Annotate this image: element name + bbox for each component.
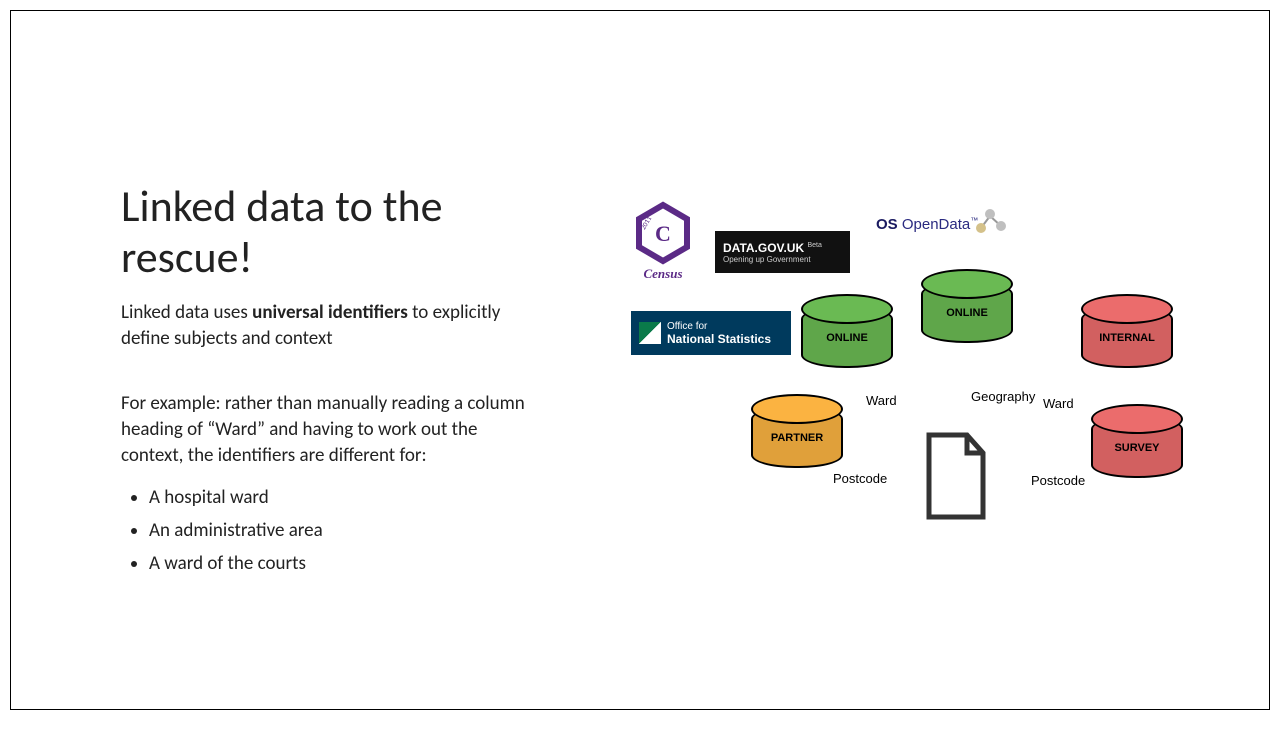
subtitle-bold: universal identifiers [252, 301, 408, 324]
list-item: A hospital ward [149, 486, 541, 509]
cylinder-label: SURVEY [1093, 442, 1181, 454]
arrow-label-postcode-1: Postcode [833, 471, 887, 486]
cylinder-label: PARTNER [753, 432, 841, 444]
cylinder-label: INTERNAL [1083, 332, 1171, 344]
arrows-layer [601, 201, 901, 351]
slide-frame: Linked data to the rescue! Linked data u… [10, 10, 1270, 710]
cylinder-partner: PARTNER [751, 406, 843, 468]
molecule-icon [973, 206, 1007, 236]
list-item: An administrative area [149, 519, 541, 542]
slide-subtitle: Linked data uses universal identifiers t… [121, 300, 541, 351]
cylinder-label: ONLINE [923, 307, 1011, 319]
cylinder-survey: SURVEY [1091, 416, 1183, 478]
list-item: A ward of the courts [149, 552, 541, 575]
cylinder-online-2: ONLINE [921, 281, 1013, 343]
arrow-label-ward-2: Ward [1043, 396, 1074, 411]
arrow-label-ward-1: Ward [866, 393, 897, 408]
diagram-area: C 2011 Census DATA.GOV.UK Beta Opening u… [601, 201, 1191, 561]
example-paragraph: For example: rather than manually readin… [121, 391, 541, 468]
os-main: OpenData [898, 216, 971, 233]
arrow-label-geography: Geography [971, 389, 1035, 404]
arrow-label-postcode-2: Postcode [1031, 473, 1085, 488]
subtitle-pre: Linked data uses [121, 301, 252, 324]
bullet-list: A hospital ward An administrative area A… [121, 486, 541, 575]
cylinder-internal: INTERNAL [1081, 306, 1173, 368]
text-column: Linked data to the rescue! Linked data u… [121, 181, 541, 585]
slide-title: Linked data to the rescue! [121, 181, 541, 282]
document-icon [921, 431, 991, 521]
